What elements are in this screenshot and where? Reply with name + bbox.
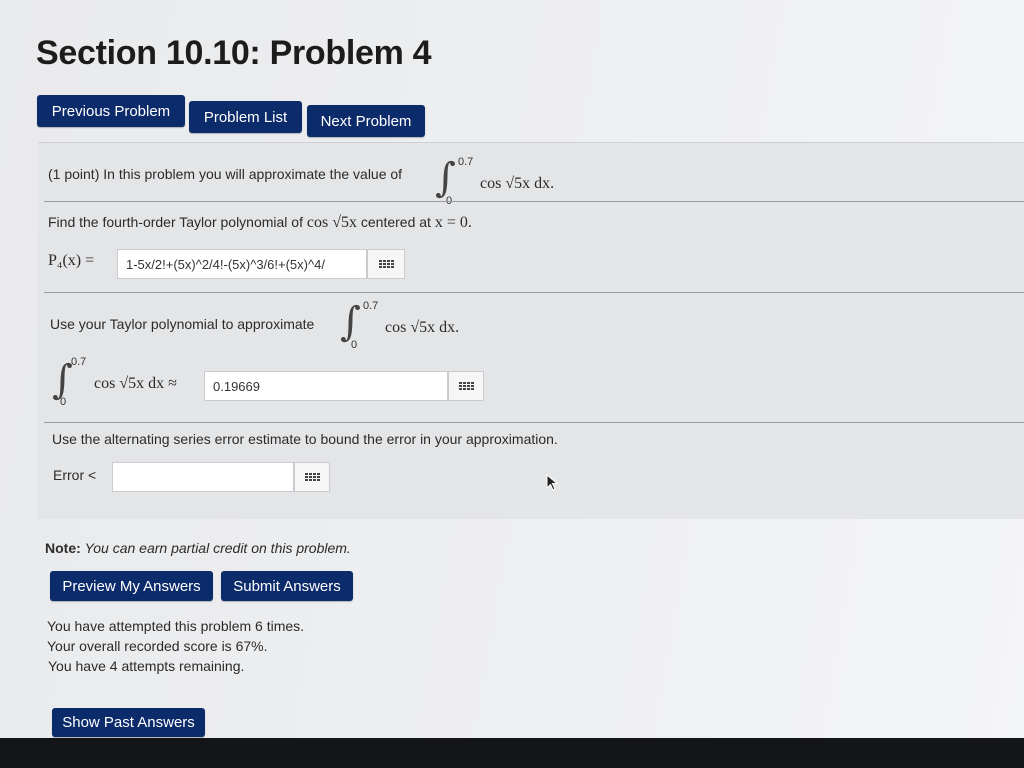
integral-integrand: cos √5x dx. — [480, 175, 555, 192]
integral-upper-limit: 0.7 — [458, 156, 474, 168]
show-past-answers-button[interactable]: Show Past Answers — [52, 708, 205, 737]
submit-answers-button[interactable]: Submit Answers — [221, 571, 353, 601]
integral-upper-limit: 0.7 — [71, 356, 87, 368]
equation-editor-icon — [458, 382, 474, 390]
page-title: Section 10.10: Problem 4 — [36, 34, 432, 72]
equation-editor-icon — [378, 260, 394, 268]
divider — [44, 292, 1024, 293]
score-text: Your overall recorded score is 67%. — [47, 638, 268, 654]
attempts-text: You have attempted this problem 6 times. — [47, 618, 305, 634]
previous-problem-button[interactable]: Previous Problem — [37, 95, 185, 127]
part1-prompt: Find the fourth-order Taylor polynomial … — [48, 214, 472, 231]
remaining-text: You have 4 attempts remaining. — [48, 658, 245, 674]
equation-editor-button[interactable] — [367, 249, 405, 279]
divider — [44, 201, 1024, 202]
integral-sign: ∫ — [435, 155, 456, 201]
taylor-label: P₄(x) = — [48, 252, 95, 269]
part3-prompt: Use the alternating series error estimat… — [52, 431, 558, 447]
integral-upper-limit: 0.7 — [363, 300, 379, 312]
integral-sign: ∫ — [340, 299, 361, 345]
screen-bezel — [0, 738, 1024, 768]
taylor-polynomial-input[interactable]: 1-5x/2!+(5x)^2/4!-(5x)^3/6!+(5x)^4/ — [117, 249, 367, 279]
integral-lower-limit: 0 — [351, 339, 358, 351]
error-label: Error < — [53, 467, 97, 483]
error-bound-input[interactable] — [112, 462, 294, 492]
preview-answers-button[interactable]: Preview My Answers — [50, 571, 213, 601]
problem-intro: (1 point) In this problem you will appro… — [48, 166, 403, 182]
integral-lower-limit: 0 — [60, 396, 67, 408]
problem-list-button[interactable]: Problem List — [189, 101, 302, 133]
equation-editor-button[interactable] — [448, 371, 484, 401]
approximation-input[interactable]: 0.19669 — [204, 371, 448, 401]
mouse-pointer-icon — [546, 473, 560, 497]
part2-integrand: cos √5x dx. — [385, 319, 460, 336]
divider — [44, 422, 1024, 423]
integral-sign: ∫ — [52, 357, 73, 403]
next-problem-button[interactable]: Next Problem — [307, 105, 425, 137]
equation-editor-button[interactable] — [294, 462, 330, 492]
partial-credit-note: Note: You can earn partial credit on thi… — [45, 540, 351, 556]
equation-editor-icon — [304, 473, 320, 481]
part2-prompt: Use your Taylor polynomial to approximat… — [50, 316, 315, 332]
part2-lhs: cos √5x dx ≈ — [94, 375, 177, 392]
